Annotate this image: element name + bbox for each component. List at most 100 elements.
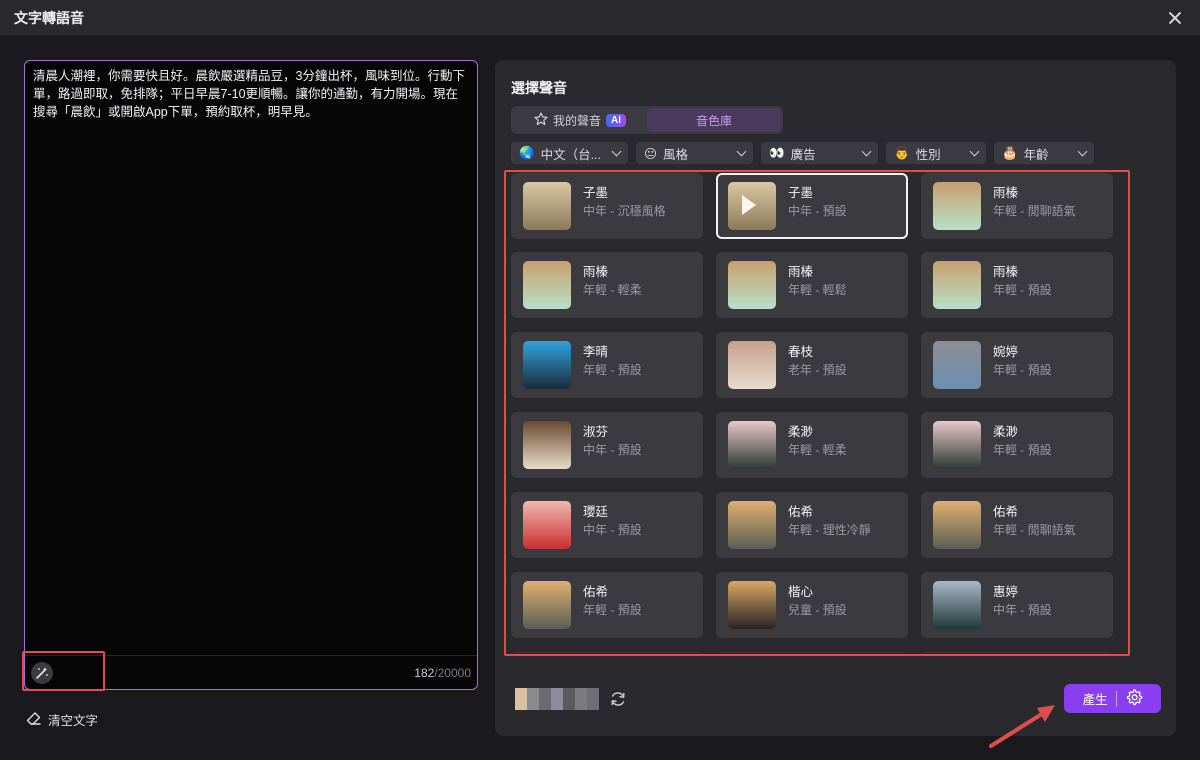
avatar [933,421,981,469]
voice-card[interactable] [921,652,1113,653]
voice-desc: 年輕 - 輕柔 [583,283,642,297]
play-icon[interactable] [742,195,756,215]
voice-desc: 年輕 - 預設 [993,283,1052,297]
voice-name: 子墨 [583,186,609,200]
voice-name: 春枝 [788,345,814,359]
eyes-icon: 👀 [769,145,785,160]
voice-desc: 年輕 - 預設 [583,363,642,377]
voice-panel: 選擇聲音 我的聲音 AI 音色庫 🌏 中文（台... 😐 風格 👀 廣告 👨 性別 [495,60,1176,736]
chevron-down-icon [969,146,980,156]
voice-desc: 年輕 - 預設 [993,363,1052,377]
voice-card-selected[interactable]: 子墨 中年 - 預設 [716,173,908,239]
voice-desc: 年輕 - 閒聊語氣 [993,523,1076,537]
voice-card[interactable]: 柔渺 年輕 - 預設 [921,412,1113,478]
avatar [728,501,776,549]
voice-card[interactable]: 楷心 兒童 - 預設 [716,572,908,638]
voice-desc: 中年 - 預設 [993,603,1052,617]
voice-card[interactable]: 雨榛 年輕 - 輕鬆 [716,252,908,318]
avatar [728,341,776,389]
avatar [523,501,571,549]
voice-name: 柔渺 [993,425,1019,439]
voice-card[interactable]: 瓔廷 中年 - 預設 [511,492,703,558]
magic-wand-icon[interactable] [31,661,53,684]
voice-card[interactable]: 淑芬 中年 - 預設 [511,412,703,478]
close-icon[interactable] [1164,7,1186,29]
voice-desc: 中年 - 預設 [583,443,642,457]
voice-name: 雨榛 [788,265,814,279]
voice-name: 瓔廷 [583,505,609,519]
chevron-down-icon [736,146,747,156]
voice-card[interactable]: 春枝 老年 - 預設 [716,332,908,398]
gender-filter-label: 性別 [915,147,941,162]
voice-desc: 中年 - 預設 [583,523,642,537]
avatar [728,182,776,230]
avatar [933,261,981,309]
editor-text[interactable]: 清晨人潮裡，你需要快且好。晨飲嚴選精品豆，3分鐘出杯，風味到位。行動下單，路過即… [25,61,477,651]
age-filter[interactable]: 🎂 年齡 [994,142,1094,164]
voice-card[interactable]: 佑希 年輕 - 閒聊語氣 [921,492,1113,558]
clear-text-label: 清空文字 [48,714,99,728]
style-filter-label: 風格 [663,147,689,162]
counter-max: /20000 [434,665,471,680]
voice-desc: 年輕 - 理性冷靜 [788,523,871,537]
voice-card[interactable]: 子墨 中年 - 沉穩風格 [511,173,703,239]
voice-card[interactable]: 佑希 年輕 - 理性冷靜 [716,492,908,558]
voice-name: 雨榛 [993,265,1019,279]
voice-card[interactable]: 婉婷 年輕 - 預設 [921,332,1113,398]
voice-name: 惠婷 [993,585,1019,599]
gear-icon[interactable] [1125,688,1143,709]
voice-desc: 年輕 - 預設 [583,603,642,617]
style-filter[interactable]: 😐 風格 [636,142,753,164]
refresh-icon[interactable] [609,690,627,708]
chevron-down-icon [611,146,622,156]
voice-name: 子墨 [788,186,814,200]
gender-filter[interactable]: 👨 性別 [886,142,986,164]
avatar [933,341,981,389]
editor-footer: 182/20000 [25,655,477,689]
divider [1115,690,1117,707]
avatar [523,341,571,389]
generate-label: 產生 [1082,693,1108,707]
usage-filter-label: 廣告 [790,147,816,162]
voice-name: 淑芬 [583,425,609,439]
avatar [933,581,981,629]
voice-desc: 中年 - 沉穩風格 [583,204,666,218]
voice-desc: 兒童 - 預設 [788,603,847,617]
character-counter: 182/20000 [414,666,471,680]
pointer-arrow-icon [989,705,1055,748]
voice-card[interactable] [716,652,908,653]
voice-name: 雨榛 [993,186,1019,200]
voice-name: 柔渺 [788,425,814,439]
voice-card[interactable] [511,652,703,653]
globe-icon: 🌏 [519,145,535,160]
voice-card[interactable]: 雨榛 年輕 - 預設 [921,252,1113,318]
voice-preview-thumbnail [515,688,599,710]
voice-card[interactable]: 雨榛 年輕 - 閒聊語氣 [921,173,1113,239]
voice-name: 李晴 [583,345,609,359]
voice-card[interactable]: 雨榛 年輕 - 輕柔 [511,252,703,318]
voice-panel-title: 選擇聲音 [511,80,567,96]
person-icon: 👨 [894,145,910,160]
voice-card[interactable]: 柔渺 年輕 - 輕柔 [716,412,908,478]
window-title: 文字轉語音 [14,9,84,26]
avatar [523,421,571,469]
eraser-icon [26,710,42,729]
clear-text-button[interactable]: 清空文字 [26,710,98,729]
star-icon [534,111,548,129]
voice-name: 佑希 [788,505,814,519]
counter-value: 182 [414,665,435,680]
voice-tabs: 我的聲音 AI 音色庫 [511,106,783,134]
tab-voice-library[interactable]: 音色庫 [647,108,781,132]
generate-button[interactable]: 產生 [1064,684,1161,713]
voice-desc: 年輕 - 輕柔 [788,443,847,457]
text-editor[interactable]: 清晨人潮裡，你需要快且好。晨飲嚴選精品豆，3分鐘出杯，風味到位。行動下單，路過即… [24,60,478,690]
tab-my-voices[interactable]: 我的聲音 AI [513,108,647,132]
tab-voice-library-label: 音色庫 [695,113,732,128]
voice-card[interactable]: 李晴 年輕 - 預設 [511,332,703,398]
voice-card[interactable]: 佑希 年輕 - 預設 [511,572,703,638]
voice-desc: 年輕 - 預設 [993,443,1052,457]
chevron-down-icon [861,146,872,156]
usage-filter[interactable]: 👀 廣告 [761,142,878,164]
voice-card[interactable]: 惠婷 中年 - 預設 [921,572,1113,638]
language-filter[interactable]: 🌏 中文（台... [511,142,628,164]
